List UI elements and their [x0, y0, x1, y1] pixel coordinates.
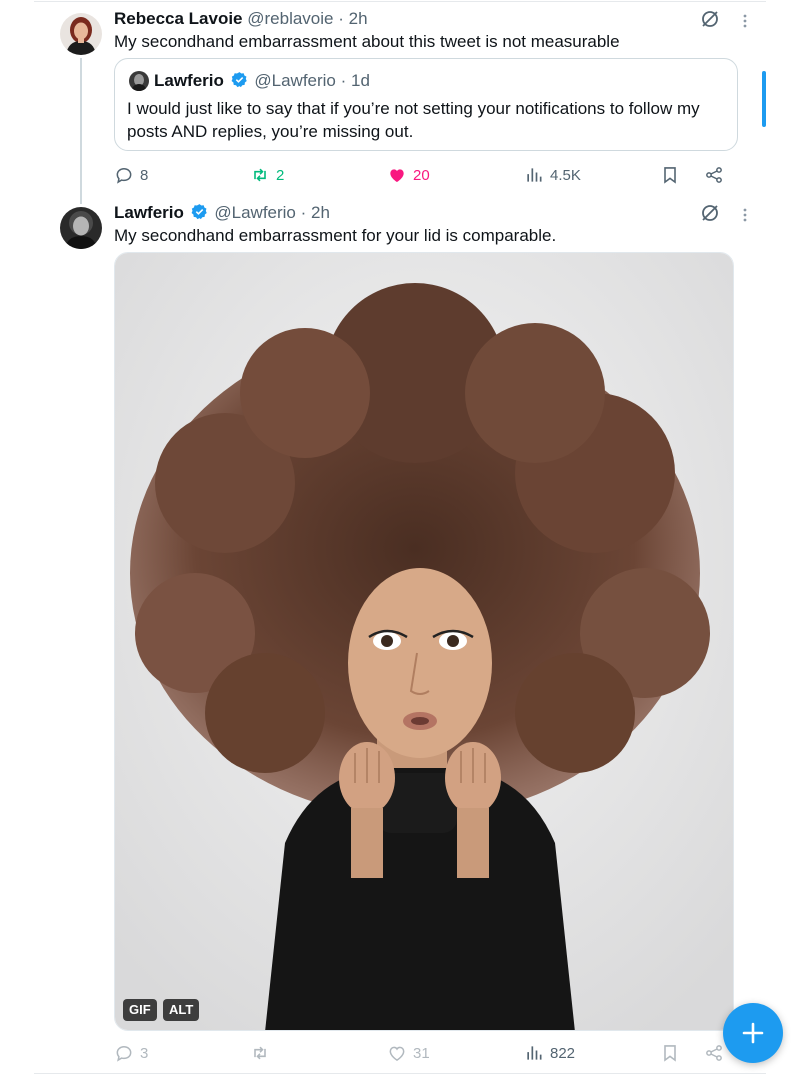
quote-separator: · — [340, 71, 347, 90]
tweet2-separator: · — [300, 203, 307, 222]
share-icon — [706, 1045, 722, 1061]
tweet1-text: My secondhand embarrassment about this t… — [114, 32, 620, 51]
tweet1-time[interactable]: 2h — [349, 9, 368, 28]
tweet2-view-count: 822 — [550, 1044, 576, 1062]
divider-top — [34, 1, 766, 2]
verified-icon — [191, 204, 207, 220]
quote-header: Lawferio @Lawferio · 1d — [154, 71, 370, 91]
thread-connector — [80, 58, 82, 204]
verified-icon — [231, 72, 247, 88]
tweet1-actions: 8 2 20 4.5K — [114, 163, 734, 187]
reply-icon — [116, 1045, 132, 1062]
tweet1-like-button[interactable]: 20 — [387, 163, 430, 187]
tweet1-bookmark-button[interactable] — [660, 163, 686, 187]
tweet1-header: Rebecca Lavoie @reblavoie · 2h — [114, 9, 368, 29]
avatar-lawferio[interactable] — [60, 207, 102, 249]
tweet2-repost-button[interactable] — [250, 1041, 276, 1065]
views-icon — [527, 1046, 542, 1060]
repost-icon — [254, 1046, 266, 1060]
tweet2-reply-button[interactable]: 3 — [114, 1041, 148, 1065]
gif-badge: GIF — [123, 999, 157, 1021]
tweet2-actions: 3 31 822 — [114, 1041, 734, 1065]
tweet2-author-name[interactable]: Lawferio — [114, 203, 184, 222]
repost-icon — [254, 168, 266, 182]
tweet2-text: My secondhand embarrassment for your lid… — [114, 226, 557, 245]
compose-plus-icon — [742, 1022, 764, 1044]
tweet1-handle[interactable]: @reblavoie — [247, 9, 333, 28]
compose-button[interactable] — [723, 1003, 783, 1063]
grok-icon[interactable] — [700, 9, 720, 29]
share-icon — [706, 167, 722, 183]
grok-icon[interactable] — [700, 203, 720, 223]
like-icon — [389, 1046, 405, 1061]
tweet2-header: Lawferio @Lawferio · 2h — [114, 203, 330, 223]
scroll-indicator[interactable] — [762, 71, 766, 127]
bookmark-icon — [664, 167, 676, 184]
tweet1-separator: · — [338, 9, 344, 28]
tweet2-reply-count: 3 — [140, 1044, 149, 1062]
divider-bottom — [34, 1073, 766, 1074]
avatar-rebecca-lavoie[interactable] — [60, 13, 102, 55]
tweet1-share-button[interactable] — [704, 163, 730, 187]
tweet2-media-gif[interactable] — [114, 252, 734, 1031]
like-icon — [390, 169, 404, 183]
quote-time: 1d — [351, 71, 370, 90]
quoted-tweet[interactable]: Lawferio @Lawferio · 1d I would just lik… — [114, 58, 738, 151]
tweet2-views-button[interactable]: 822 — [524, 1041, 575, 1065]
tweet2-like-button[interactable]: 31 — [387, 1041, 430, 1065]
tweet1-view-count: 4.5K — [550, 166, 581, 184]
more-icon[interactable] — [737, 11, 753, 31]
reply-icon — [116, 167, 132, 184]
tweet1-author-name[interactable]: Rebecca Lavoie — [114, 9, 243, 28]
views-icon — [527, 168, 542, 182]
quote-handle: @Lawferio — [254, 71, 336, 90]
tweet2-bookmark-button[interactable] — [660, 1041, 686, 1065]
tweet1-reply-count: 8 — [140, 166, 149, 184]
tweet1-reply-button[interactable]: 8 — [114, 163, 148, 187]
more-icon[interactable] — [737, 205, 753, 225]
tweet1-repost-count: 2 — [276, 166, 285, 184]
avatar-lawferio-small — [129, 71, 149, 91]
tweet1-repost-button[interactable]: 2 — [250, 163, 284, 187]
tweet1-views-button[interactable]: 4.5K — [524, 163, 581, 187]
quote-author-name: Lawferio — [154, 71, 224, 90]
alt-badge[interactable]: ALT — [163, 999, 200, 1021]
tweet2-time[interactable]: 2h — [311, 203, 330, 222]
quote-text: I would just like to say that if you’re … — [127, 99, 700, 141]
bookmark-icon — [664, 1045, 676, 1062]
tweet1-like-count: 20 — [413, 166, 430, 184]
tweet2-handle[interactable]: @Lawferio — [214, 203, 296, 222]
tweet2-like-count: 31 — [413, 1044, 430, 1062]
